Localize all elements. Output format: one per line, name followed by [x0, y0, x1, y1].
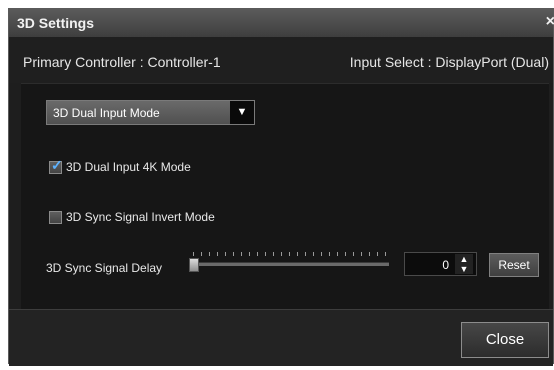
- close-icon[interactable]: ×: [546, 13, 554, 31]
- dual-input-4k-checkbox[interactable]: ✓: [49, 157, 63, 174]
- checkmark-icon: ✓: [51, 157, 63, 173]
- mode-dropdown-value: 3D Dual Input Mode: [53, 106, 160, 120]
- dialog-footer: Close: [9, 309, 553, 366]
- dialog-title: 3D Settings: [17, 15, 95, 31]
- slider-ticks: [193, 252, 387, 256]
- sync-delay-value: 0: [442, 258, 449, 272]
- spin-up-icon[interactable]: ▲: [455, 254, 473, 264]
- slider-track[interactable]: [189, 262, 389, 266]
- slider-thumb[interactable]: [189, 258, 199, 272]
- mode-dropdown[interactable]: 3D Dual Input Mode ▼: [46, 100, 255, 125]
- sync-delay-spinbox[interactable]: 0 ▲ ▼: [404, 252, 477, 276]
- chevron-down-icon[interactable]: ▼: [230, 101, 254, 124]
- sync-delay-slider[interactable]: [189, 247, 393, 277]
- spin-down-icon[interactable]: ▼: [455, 264, 473, 274]
- reset-button[interactable]: Reset: [489, 253, 539, 277]
- dual-input-4k-label: 3D Dual Input 4K Mode: [66, 160, 191, 174]
- primary-controller-text: Primary Controller : Controller-1: [23, 54, 221, 70]
- sync-delay-label: 3D Sync Signal Delay: [46, 261, 163, 275]
- settings-dialog: 3D Settings × Primary Controller : Contr…: [8, 8, 554, 366]
- input-select-text: Input Select : DisplayPort (Dual): [349, 54, 549, 70]
- sync-invert-label: 3D Sync Signal Invert Mode: [66, 210, 215, 224]
- sync-invert-checkbox[interactable]: [49, 211, 62, 224]
- title-bar[interactable]: 3D Settings ×: [9, 9, 554, 38]
- info-bar: Primary Controller : Controller-1 Input …: [9, 37, 553, 83]
- settings-panel: 3D Dual Input Mode ▼ ✓ 3D Dual Input 4K …: [21, 83, 549, 310]
- close-button[interactable]: Close: [461, 322, 549, 358]
